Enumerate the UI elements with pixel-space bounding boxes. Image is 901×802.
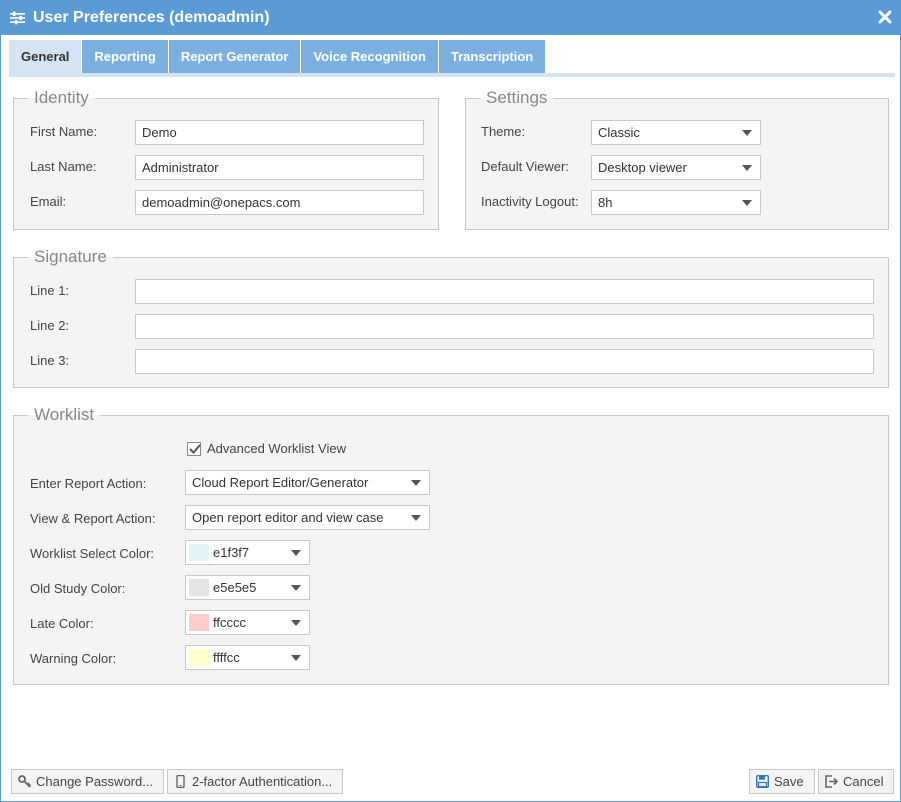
signature-legend: Signature: [28, 248, 113, 266]
tab-general[interactable]: General: [9, 40, 82, 73]
chevron-down-icon: [411, 480, 421, 486]
chevron-down-icon: [291, 585, 301, 591]
warning-color-picker[interactable]: ffffcc: [185, 645, 310, 670]
default-viewer-value: Desktop viewer: [598, 160, 687, 175]
identity-legend: Identity: [28, 89, 95, 107]
signature-line1-field[interactable]: [135, 279, 874, 304]
inactivity-logout-value: 8h: [598, 195, 613, 210]
chevron-down-icon: [742, 130, 752, 136]
email-field[interactable]: [135, 190, 424, 215]
close-icon[interactable]: [878, 10, 892, 24]
last-name-label: Last Name:: [30, 159, 97, 174]
dialog-title: User Preferences (demoadmin): [33, 9, 270, 26]
change-password-button[interactable]: Change Password...: [11, 769, 165, 794]
enter-report-action-select[interactable]: Cloud Report Editor/Generator: [185, 470, 430, 495]
settings-group: Settings Theme: Classic Default Viewer: …: [465, 89, 889, 230]
tab-report-generator[interactable]: Report Generator: [168, 40, 301, 73]
worklist-select-color-picker[interactable]: e1f3f7: [185, 540, 310, 565]
two-factor-auth-label: 2-factor Authentication...: [192, 774, 333, 789]
tab-bar: General Reporting Report Generator Voice…: [9, 40, 546, 73]
old-study-color-value: e5e5e5: [213, 580, 257, 595]
late-color-value: ffcccc: [213, 615, 246, 630]
floppy-disk-icon: [756, 775, 769, 788]
last-name-field[interactable]: [135, 155, 424, 180]
theme-label: Theme:: [481, 124, 526, 139]
old-study-color-label: Old Study Color:: [30, 581, 126, 596]
chevron-down-icon: [291, 550, 301, 556]
change-password-label: Change Password...: [36, 774, 154, 789]
user-preferences-dialog: User Preferences (demoadmin) General Rep…: [0, 0, 901, 802]
tab-transcription[interactable]: Transcription: [438, 40, 546, 73]
enter-report-action-label: Enter Report Action:: [30, 476, 147, 491]
late-color-label: Late Color:: [30, 616, 94, 631]
signature-group: Signature Line 1: Line 2: Line 3:: [13, 248, 889, 388]
cancel-button[interactable]: Cancel: [818, 769, 895, 794]
enter-report-action-value: Cloud Report Editor/Generator: [192, 475, 369, 490]
save-button[interactable]: Save: [749, 769, 815, 794]
title-bar[interactable]: User Preferences (demoadmin): [1, 1, 900, 35]
advanced-worklist-checkbox[interactable]: [187, 442, 201, 456]
view-report-action-select[interactable]: Open report editor and view case: [185, 505, 430, 530]
worklist-legend: Worklist: [28, 406, 101, 424]
email-label: Email:: [30, 194, 67, 209]
theme-value: Classic: [598, 125, 640, 140]
color-swatch: [189, 649, 209, 666]
default-viewer-select[interactable]: Desktop viewer: [591, 155, 761, 180]
inactivity-logout-select[interactable]: 8h: [591, 190, 761, 215]
tab-voice-recognition[interactable]: Voice Recognition: [301, 40, 438, 73]
save-label: Save: [774, 774, 804, 789]
worklist-select-color-value: e1f3f7: [213, 545, 250, 560]
warning-color-value: ffffcc: [213, 650, 240, 665]
settings-legend: Settings: [480, 89, 554, 107]
chevron-down-icon: [411, 515, 421, 521]
worklist-group: Worklist Advanced Worklist View Enter Re…: [13, 406, 889, 685]
color-swatch: [189, 544, 209, 561]
view-report-action-label: View & Report Action:: [30, 511, 156, 526]
theme-select[interactable]: Classic: [591, 120, 761, 145]
identity-group: Identity First Name: Last Name: Email:: [13, 89, 439, 230]
tab-underline: [9, 73, 895, 77]
tab-reporting[interactable]: Reporting: [82, 40, 168, 73]
line3-label: Line 3:: [30, 353, 70, 368]
key-icon: [18, 775, 31, 788]
mobile-phone-icon: [176, 775, 185, 788]
color-swatch: [189, 614, 209, 631]
checkmark-icon: [189, 444, 201, 454]
two-factor-auth-button[interactable]: 2-factor Authentication...: [167, 769, 344, 794]
default-viewer-label: Default Viewer:: [481, 159, 569, 174]
old-study-color-picker[interactable]: e5e5e5: [185, 575, 310, 600]
chevron-down-icon: [742, 200, 752, 206]
chevron-down-icon: [742, 165, 752, 171]
cancel-label: Cancel: [843, 774, 884, 789]
color-swatch: [189, 579, 209, 596]
first-name-label: First Name:: [30, 124, 98, 139]
advanced-worklist-label[interactable]: Advanced Worklist View: [207, 441, 346, 456]
line1-label: Line 1:: [30, 283, 70, 298]
chevron-down-icon: [291, 655, 301, 661]
late-color-picker[interactable]: ffcccc: [185, 610, 310, 635]
signature-line2-field[interactable]: [135, 314, 874, 339]
signature-line3-field[interactable]: [135, 349, 874, 374]
sliders-icon: [10, 11, 25, 25]
exit-icon: [825, 775, 838, 788]
view-report-action-value: Open report editor and view case: [192, 510, 384, 525]
warning-color-label: Warning Color:: [30, 651, 117, 666]
worklist-select-color-label: Worklist Select Color:: [30, 546, 155, 561]
inactivity-logout-label: Inactivity Logout:: [481, 194, 579, 209]
line2-label: Line 2:: [30, 318, 70, 333]
first-name-field[interactable]: [135, 120, 424, 145]
chevron-down-icon: [291, 620, 301, 626]
